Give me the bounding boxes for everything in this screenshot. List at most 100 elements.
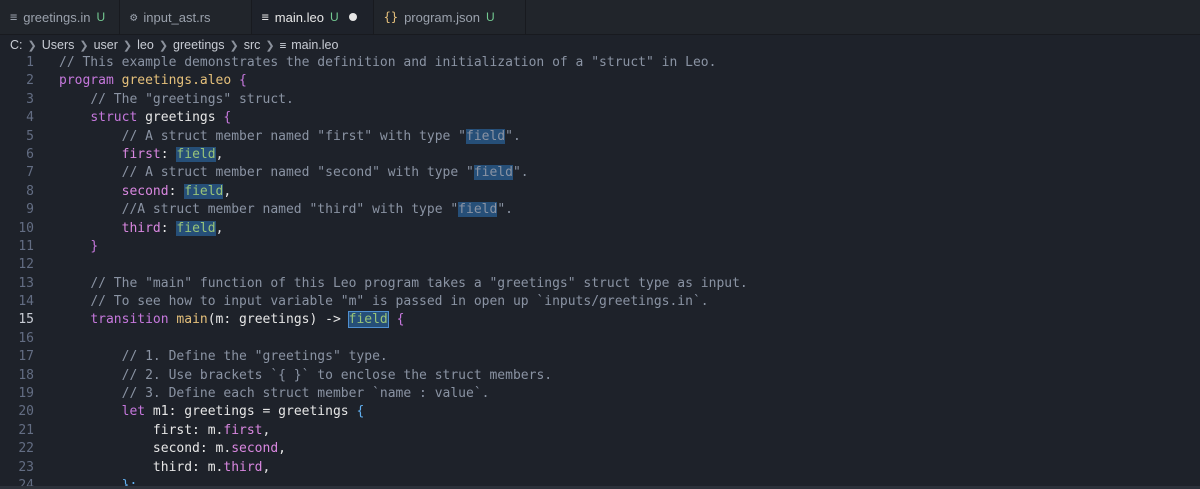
tab-label: greetings.in — [23, 9, 91, 25]
member-name: second — [121, 183, 169, 199]
breadcrumb-item[interactable]: src — [244, 38, 261, 52]
code-line: 4 struct greetings { — [0, 109, 1200, 127]
breadcrumb-item[interactable]: user — [94, 38, 118, 52]
line-number: 4 — [26, 110, 34, 126]
keyword: struct — [90, 110, 138, 126]
json-braces-icon: {} — [383, 10, 399, 24]
untracked-badge: U — [329, 10, 339, 24]
type-name: field — [176, 220, 216, 236]
line-number: 8 — [26, 183, 34, 199]
code-line: 22 second: m.second, — [0, 440, 1200, 458]
comment: ". — [505, 128, 521, 144]
code-line-current: 15 transition main(m: greetings) -> fiel… — [0, 311, 1200, 329]
tab-label: main.leo — [274, 9, 324, 25]
line-number: 23 — [18, 459, 34, 475]
chevron-right-icon: ❯ — [229, 39, 239, 52]
breadcrumb-item[interactable]: C: — [10, 38, 23, 52]
statement: m1: greetings = greetings — [145, 404, 357, 420]
breadcrumb-item[interactable]: leo — [137, 38, 154, 52]
comment: // A struct member named "second" with t… — [121, 165, 474, 181]
text-cursor — [387, 312, 389, 328]
line-number: 22 — [18, 441, 34, 457]
breadcrumb-item[interactable]: Users — [42, 38, 75, 52]
comment: ". — [497, 202, 513, 218]
code-line: 20 let m1: greetings = greetings { — [0, 403, 1200, 421]
comment: //A struct member named "third" with typ… — [121, 202, 459, 218]
code-line: 7 // A struct member named "second" with… — [0, 164, 1200, 182]
code-line: 5 // A struct member named "first" with … — [0, 128, 1200, 146]
closing-brace: }; — [121, 477, 138, 486]
line-number: 2 — [26, 73, 34, 89]
line-number: 20 — [18, 404, 34, 420]
function-name: main — [176, 312, 208, 328]
brace: { — [356, 404, 365, 420]
comment: // 3. Define each struct member `name : … — [121, 386, 490, 402]
file-lines-icon: ≡ — [10, 10, 18, 24]
code-line: 12 — [0, 256, 1200, 274]
program-name: greetings.aleo — [121, 73, 232, 89]
code-line: 23 third: m.third, — [0, 459, 1200, 477]
line-number: 12 — [18, 257, 34, 273]
chevron-right-icon: ❯ — [265, 39, 275, 52]
tab-main-leo[interactable]: ≡ main.leo U — [251, 0, 374, 34]
statement: third: m. — [152, 459, 224, 475]
highlighted-word: field — [458, 202, 498, 218]
brace: } — [90, 238, 99, 254]
untracked-badge: U — [485, 10, 495, 24]
code-line: 17 // 1. Define the "greetings" type. — [0, 348, 1200, 366]
comment: // The "greetings" struct. — [90, 91, 294, 107]
tab-program-json[interactable]: {} program.json U — [373, 0, 526, 34]
code-line: 19 // 3. Define each struct member `name… — [0, 385, 1200, 403]
breadcrumb-file[interactable]: main.leo — [291, 38, 338, 52]
code-editor[interactable]: 1 // This example demonstrates the defini… — [0, 54, 1200, 486]
statement: second: m. — [152, 441, 232, 457]
highlighted-word: field — [466, 128, 506, 144]
statement: first: m. — [152, 422, 224, 438]
code-line: 16 — [0, 330, 1200, 348]
breadcrumb: C: ❯ Users ❯ user ❯ leo ❯ greetings ❯ src ❯ ≡ … — [0, 35, 1200, 55]
line-number: 10 — [18, 220, 34, 236]
code-line: 9 //A struct member named "third" with t… — [0, 201, 1200, 219]
line-number: 11 — [18, 238, 34, 254]
type-name: field — [184, 183, 224, 199]
member-name: second — [231, 441, 279, 457]
code-line: 6 first: field, — [0, 146, 1200, 164]
code-line: 11 } — [0, 238, 1200, 256]
tab-label: input_ast.rs — [143, 9, 211, 25]
breadcrumb-item[interactable]: greetings — [173, 38, 224, 52]
chevron-right-icon: ❯ — [27, 39, 37, 52]
keyword: let — [121, 404, 146, 420]
line-number: 5 — [26, 128, 34, 144]
line-number: 15 — [18, 312, 34, 328]
line-number: 16 — [18, 330, 34, 346]
code-line: 10 third: field, — [0, 220, 1200, 238]
tab-label: program.json — [404, 9, 480, 25]
line-number: 14 — [18, 294, 34, 310]
code-line: 2 program greetings.aleo { — [0, 72, 1200, 90]
chevron-right-icon: ❯ — [158, 39, 169, 52]
comment: // This example demonstrates the definit… — [59, 55, 717, 70]
code-line: 8 second: field, — [0, 183, 1200, 201]
unsaved-dot-icon[interactable] — [348, 13, 357, 21]
member-name: first — [121, 146, 161, 162]
selected-type-name: field — [347, 311, 389, 329]
tab-greetings-in[interactable]: ≡ greetings.in U — [0, 0, 121, 34]
code-line: 21 first: m.first, — [0, 422, 1200, 440]
chevron-right-icon: ❯ — [79, 39, 89, 52]
line-number: 1 — [26, 55, 34, 70]
struct-name: greetings — [145, 110, 216, 126]
member-name: third — [223, 459, 263, 475]
chevron-right-icon: ❯ — [122, 39, 133, 52]
comment: // 1. Define the "greetings" type. — [121, 349, 388, 365]
member-name: first — [223, 422, 263, 438]
type-name: field — [176, 146, 216, 162]
comment: // 2. Use brackets `{ }` to enclose the … — [121, 367, 553, 383]
line-number: 3 — [26, 91, 34, 107]
line-number: 9 — [26, 202, 34, 218]
brace: { — [239, 73, 247, 89]
member-name: third — [121, 220, 161, 236]
keyword: program — [59, 73, 114, 89]
comment: ". — [512, 165, 529, 181]
tab-input-ast-rs[interactable]: ⚙ input_ast.rs — [120, 0, 252, 34]
line-number: 7 — [26, 165, 34, 181]
